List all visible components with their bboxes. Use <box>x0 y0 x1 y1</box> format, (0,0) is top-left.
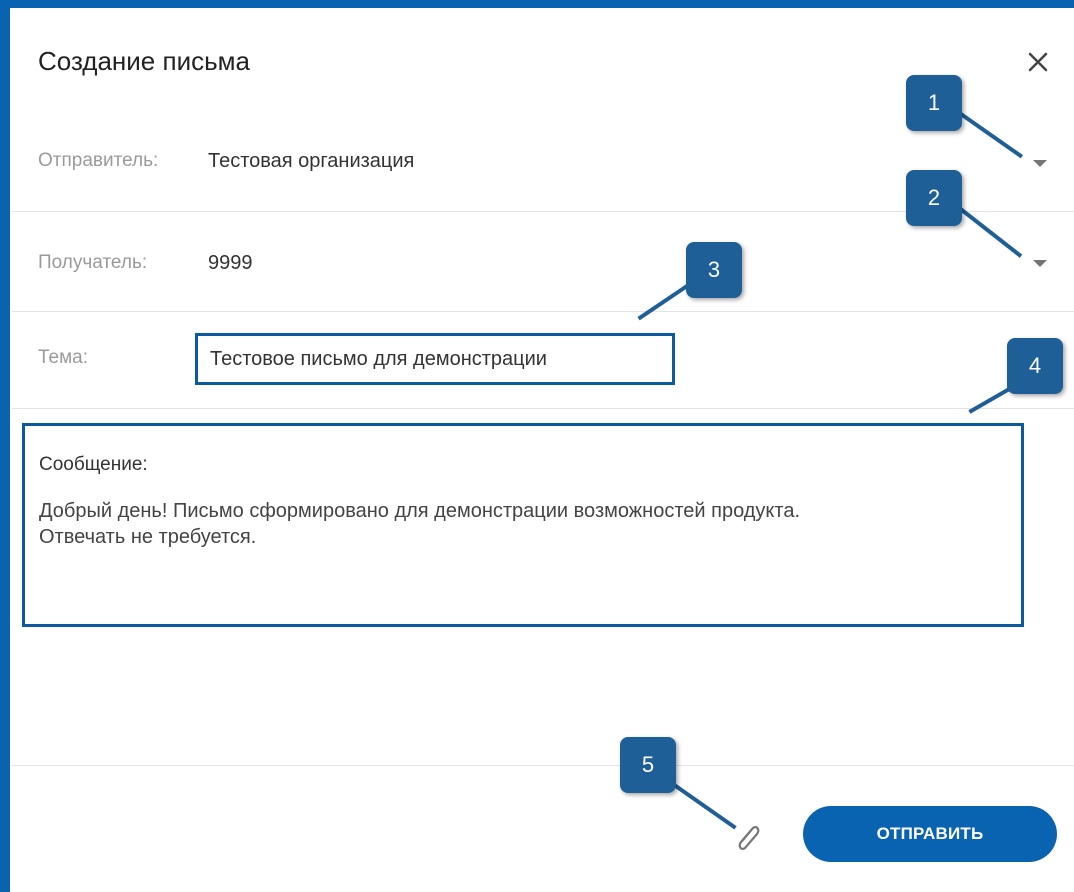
message-label: Сообщение: <box>39 454 148 475</box>
callout-pointer <box>668 780 737 830</box>
frame-border-left <box>0 0 10 892</box>
paperclip-icon[interactable] <box>733 818 763 858</box>
recipient-value[interactable]: 9999 <box>208 252 253 275</box>
sender-value[interactable]: Тестовая организация <box>208 150 414 173</box>
callout-badge: 4 <box>1007 338 1063 394</box>
callout-pointer <box>956 205 1023 258</box>
dialog-title: Создание письма <box>38 46 250 76</box>
callout-badge: 1 <box>906 75 962 131</box>
subject-input[interactable]: Тестовое письмо для демонстрации <box>195 333 675 385</box>
divider <box>12 765 1074 766</box>
recipient-label: Получатель: <box>38 252 148 273</box>
subject-value: Тестовое письмо для демонстрации <box>210 348 547 370</box>
callout-pointer <box>637 282 692 321</box>
callout-badge: 3 <box>686 242 742 298</box>
message-body-line: Добрый день! Письмо сформировано для дем… <box>39 500 801 522</box>
sender-dropdown-caret-icon[interactable] <box>1033 160 1047 167</box>
frame-border-top <box>0 0 1074 8</box>
message-body-line: Отвечать не требуется. <box>39 526 257 548</box>
message-input[interactable]: Сообщение: Добрый день! Письмо сформиров… <box>22 423 1024 627</box>
divider <box>12 311 1074 312</box>
sender-label: Отправитель: <box>38 150 159 171</box>
callout-badge: 2 <box>906 170 962 226</box>
message-body: Добрый день! Письмо сформировано для дем… <box>39 498 1019 550</box>
callout-pointer <box>956 110 1024 159</box>
subject-label: Тема: <box>38 347 89 368</box>
callout-badge: 5 <box>620 737 676 793</box>
close-icon[interactable] <box>1022 46 1054 78</box>
send-button[interactable]: ОТПРАВИТЬ <box>803 806 1057 862</box>
divider <box>12 408 1074 409</box>
recipient-dropdown-caret-icon[interactable] <box>1033 260 1047 267</box>
compose-dialog: Создание письма Отправитель: Тестовая ор… <box>0 0 1074 892</box>
